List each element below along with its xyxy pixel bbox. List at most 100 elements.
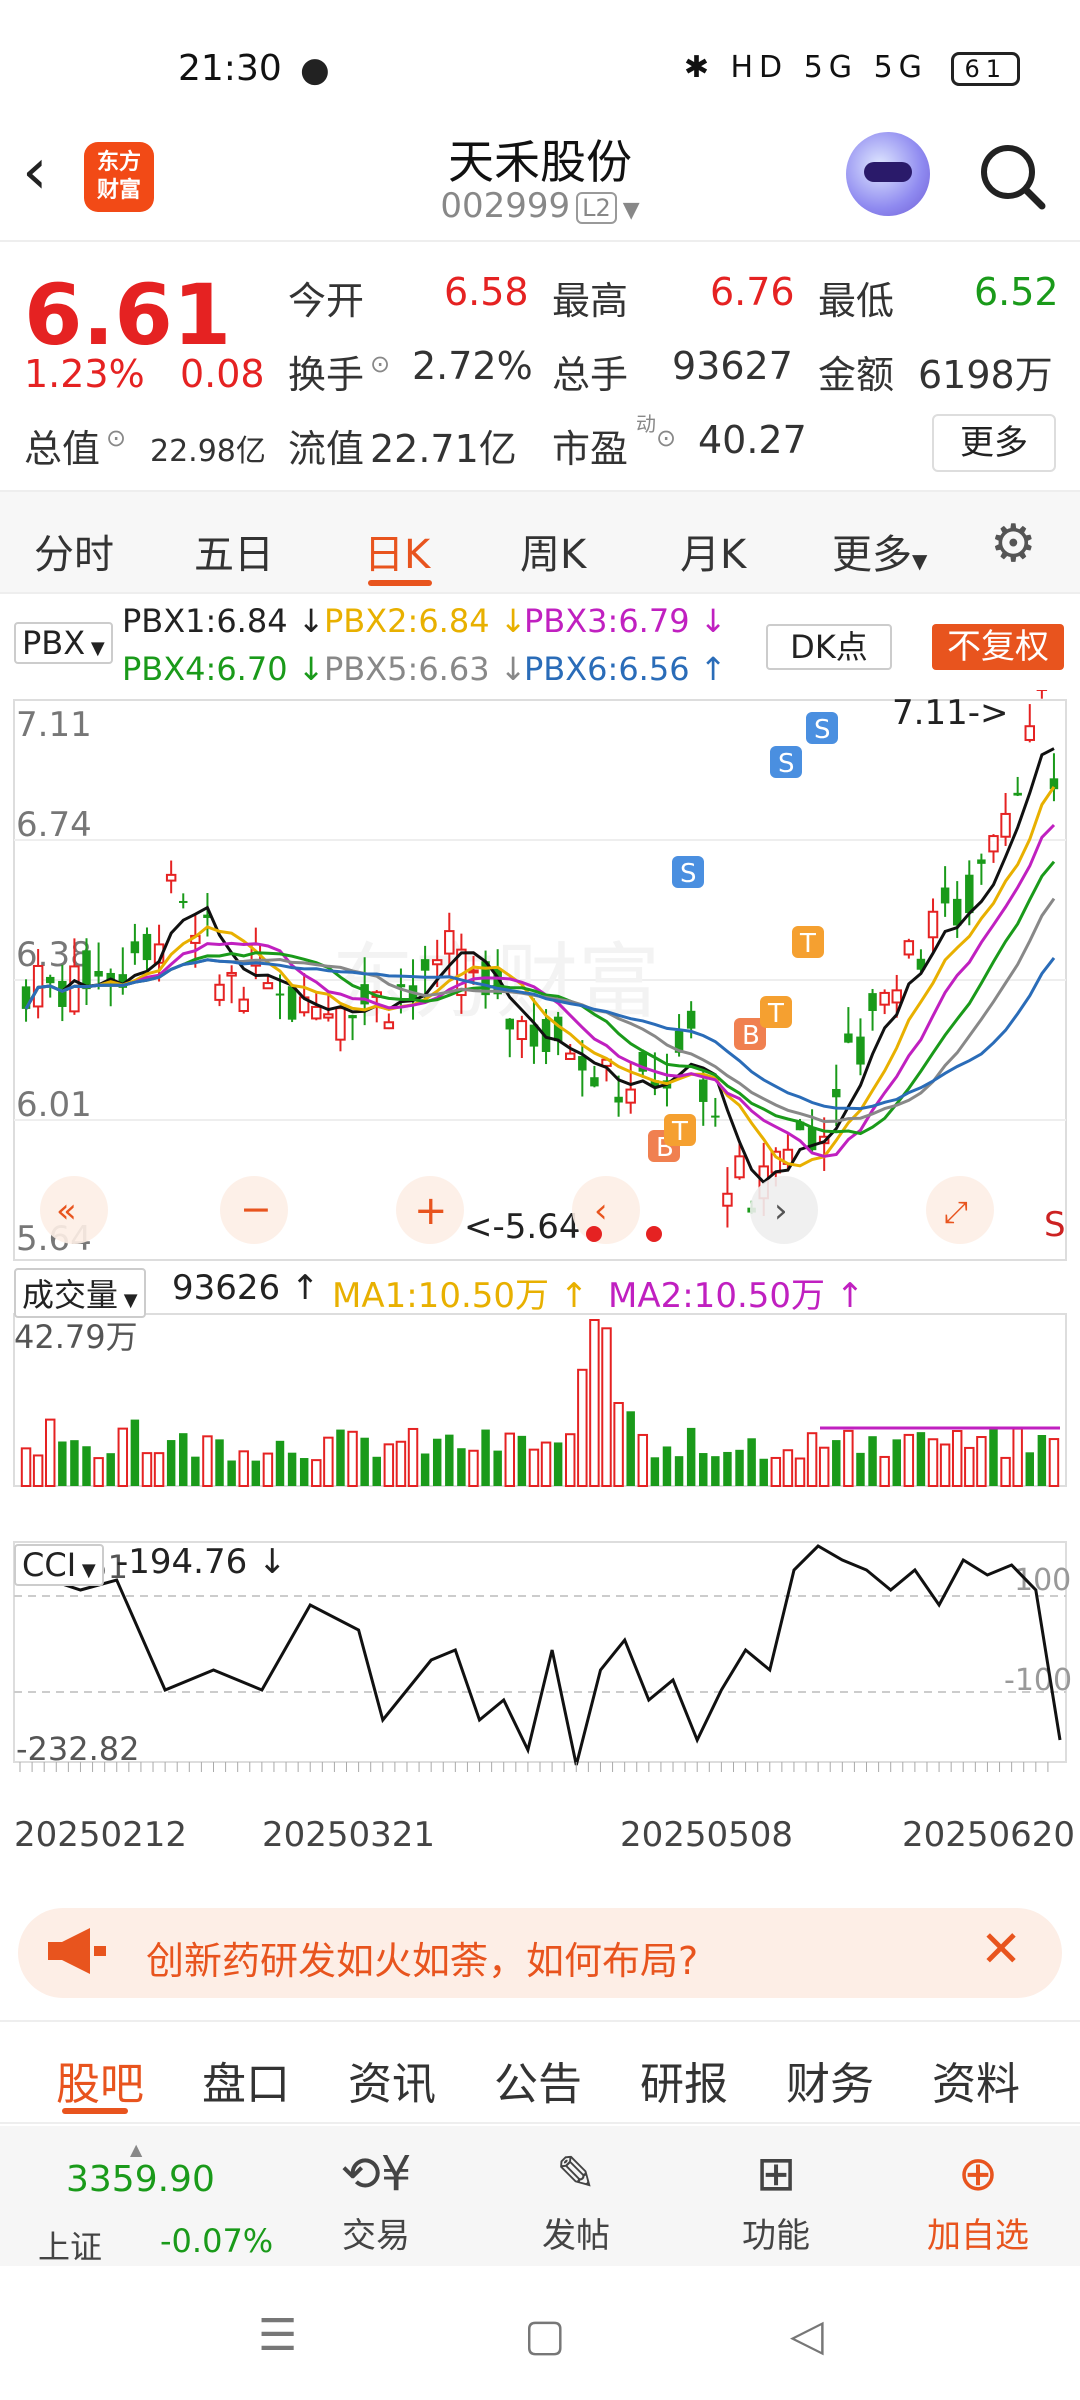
turnover-label: 换手 <box>288 353 365 397</box>
svg-text:⤢: ⤢ <box>944 1195 968 1230</box>
index-widget[interactable]: ▲ 3359.90 上证 -0.07% <box>30 2140 280 2266</box>
candle-body <box>686 1010 696 1029</box>
trade-button[interactable]: ⟲¥ 交易 <box>306 2146 446 2257</box>
home-icon[interactable]: ▢ <box>524 2310 566 2361</box>
dk-point-button[interactable]: DK点 <box>766 624 892 670</box>
close-icon[interactable]: ✕ <box>980 1920 1022 1978</box>
tab-announcement[interactable]: 公告 <box>494 2048 582 2112</box>
bottom-toolbar: ▲ 3359.90 上证 -0.07% ⟲¥ 交易 ✎ 发帖 ⊞ 功能 ⊕ 加自选 <box>0 2126 1080 2266</box>
candle-body <box>940 887 950 904</box>
volume-bar <box>323 1436 334 1487</box>
volume-bar <box>770 1456 782 1488</box>
change-percent: 1.23% <box>24 352 145 396</box>
volume-selector[interactable]: 成交量 ▼ <box>14 1268 146 1318</box>
volume-bar <box>191 1456 200 1486</box>
svg-text:‹: ‹ <box>594 1191 608 1231</box>
amount-value: 6198万 <box>918 353 1053 397</box>
more-button[interactable]: 更多 <box>932 414 1056 472</box>
post-label: 发帖 <box>542 2216 610 2256</box>
info-icon[interactable]: ⊙ <box>656 424 676 452</box>
volume-bar <box>856 1452 865 1486</box>
volume-bar <box>58 1441 67 1486</box>
volume-bar <box>383 1443 395 1488</box>
chevron-down-icon: ▼ <box>912 549 928 573</box>
volume-bar <box>806 1432 818 1488</box>
search-icon[interactable] <box>976 140 1048 212</box>
tab-news[interactable]: 资讯 <box>348 2048 436 2112</box>
chevron-down-icon: ▼ <box>76 1560 96 1581</box>
pe-superscript: 动 <box>636 412 656 436</box>
volume-bar <box>275 1440 285 1486</box>
volume-bar <box>251 1460 261 1486</box>
tab-pankou[interactable]: 盘口 <box>202 2048 290 2112</box>
pbx6-arrow: ↑ <box>699 650 727 688</box>
float-value: 22.71亿 <box>370 427 517 471</box>
candle-body <box>927 910 939 939</box>
post-button[interactable]: ✎ 发帖 <box>506 2146 646 2257</box>
pbx5-arrow: ↓ <box>499 650 527 688</box>
info-icon[interactable]: ⊙ <box>370 350 390 378</box>
promo-banner[interactable]: 创新药研发如火如荼，如何布局? ✕ <box>18 1908 1062 1998</box>
indicator-name: PBX <box>22 624 86 662</box>
volume-bar <box>711 1456 720 1486</box>
ytick: 7.11 <box>16 705 92 745</box>
cci-selector[interactable]: CCI ▼ <box>14 1544 104 1586</box>
tab-finance[interactable]: 财务 <box>786 2048 874 2112</box>
ytick: 6.74 <box>16 805 92 845</box>
info-icon[interactable]: ⊙ <box>106 424 126 452</box>
volume-bar <box>951 1430 963 1488</box>
volume-arrow: ↑ <box>290 1268 320 1308</box>
svg-text:›: › <box>774 1191 788 1231</box>
gear-icon[interactable]: ⚙ <box>990 514 1037 574</box>
high-value: 6.76 <box>710 270 795 314</box>
volume-bar <box>517 1435 527 1486</box>
volume-bar <box>699 1453 708 1486</box>
ytick: 6.38 <box>16 935 92 975</box>
candle-body <box>868 993 877 1011</box>
menu-icon[interactable]: ☰ <box>258 2310 297 2361</box>
system-nav-bar: ☰ ▢ ◁ <box>0 2266 1080 2400</box>
vol-ma1-label: MA1:10.50万 ↑ <box>332 1268 588 1317</box>
cci-value-label: -194.76 ↓ <box>116 1542 287 1582</box>
volume-bar <box>347 1430 358 1488</box>
chevron-down-icon: ▼ <box>118 1290 138 1311</box>
candle-body <box>722 1192 733 1207</box>
vol-ma2-value: MA2:10.50万 <box>608 1276 826 1316</box>
indicator-selector[interactable]: PBX ▼ <box>14 622 113 664</box>
candle-body <box>1024 725 1036 741</box>
volume-bar <box>601 1327 612 1487</box>
function-button[interactable]: ⊞ 功能 <box>706 2146 846 2257</box>
volume-bar <box>20 1447 32 1488</box>
candle-body <box>58 980 67 1007</box>
volume-bar <box>395 1440 407 1488</box>
battery-icon: 61 <box>951 52 1020 86</box>
candle-body <box>965 874 974 914</box>
tab-weekly-k[interactable]: 周K <box>520 522 586 580</box>
back-nav-icon[interactable]: ◁ <box>790 2310 824 2361</box>
pbx4-value: PBX4:6.70 <box>122 650 288 688</box>
level2-badge: L2 <box>576 191 617 224</box>
tab-more[interactable]: 更多▼ <box>832 522 927 580</box>
volume-bar <box>202 1435 213 1487</box>
volume-bar <box>117 1427 129 1488</box>
tab-five-day[interactable]: 五日 <box>194 522 274 580</box>
tab-research[interactable]: 研报 <box>640 2048 728 2112</box>
assistant-robot-icon[interactable] <box>846 132 930 216</box>
event-dot <box>646 1226 662 1242</box>
tab-guba[interactable]: 股吧 <box>56 2048 144 2112</box>
date-label: 20250321 <box>262 1815 435 1855</box>
candle-body <box>844 1033 853 1043</box>
tab-monthly-k[interactable]: 月K <box>680 522 746 580</box>
volume-bar <box>735 1449 744 1486</box>
volume-bar <box>372 1456 381 1486</box>
pbx1-arrow: ↓ <box>297 602 325 640</box>
add-watchlist-button[interactable]: ⊕ 加自选 <box>908 2146 1048 2257</box>
volume-bar <box>1012 1427 1023 1488</box>
tab-profile[interactable]: 资料 <box>932 2048 1020 2112</box>
volume-bar <box>832 1440 841 1486</box>
candle-body <box>625 1088 636 1104</box>
no-adjust-button[interactable]: 不复权 <box>932 624 1064 670</box>
volume-bar <box>481 1429 490 1486</box>
tab-daily-k[interactable]: 日K <box>364 522 430 580</box>
tab-intraday[interactable]: 分时 <box>34 522 114 580</box>
